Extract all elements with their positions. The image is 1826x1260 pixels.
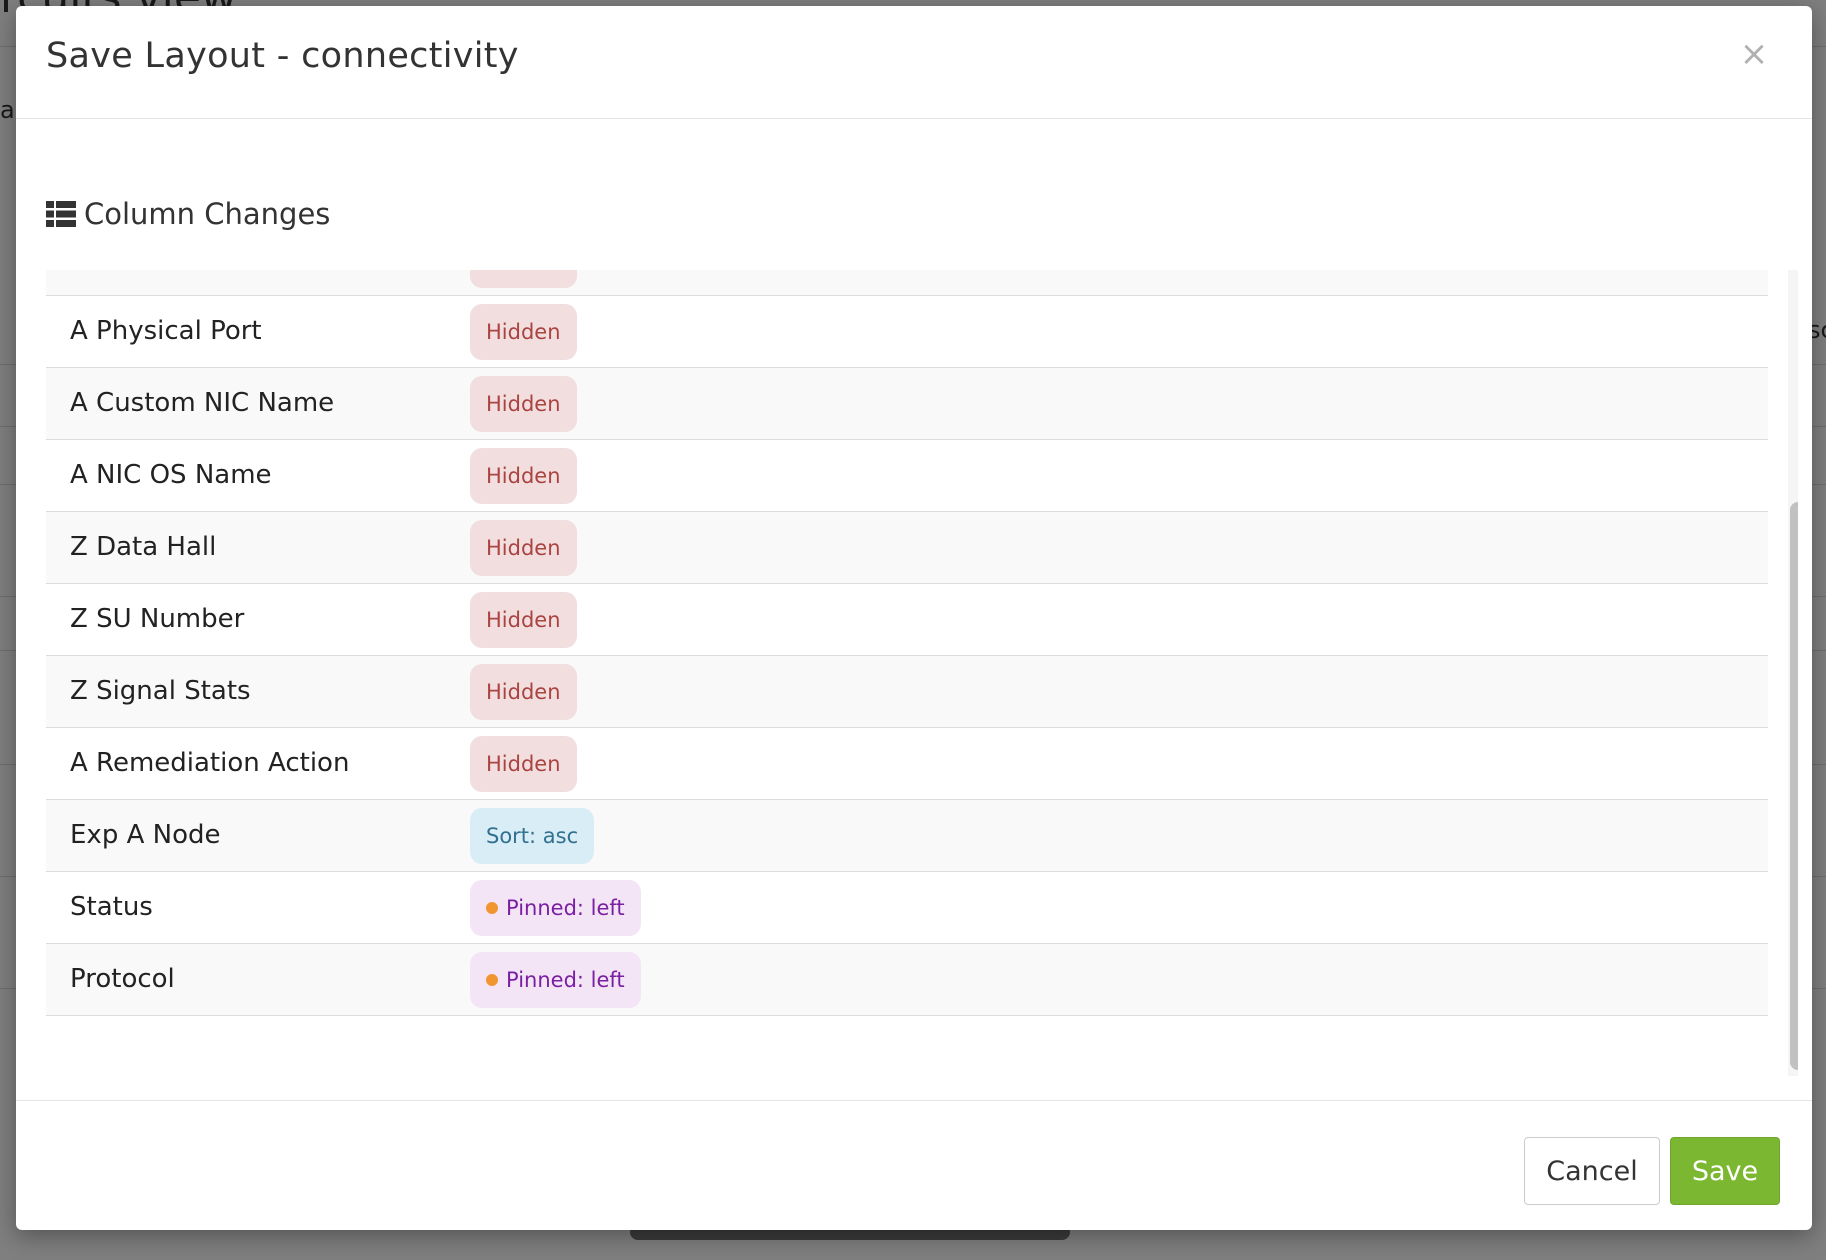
close-icon[interactable]: ×: [1736, 36, 1772, 72]
badge-label: Sort: asc: [486, 824, 579, 848]
hidden-status-badge: Hidden: [470, 270, 577, 288]
scrollbar-thumb[interactable]: [1790, 502, 1798, 1070]
column-name: Z SU Number: [70, 604, 245, 634]
table-row: Exp A Node Sort: asc: [46, 800, 1768, 872]
column-changes-heading: Column Changes: [46, 194, 330, 234]
column-changes-list[interactable]: A Out Traffic CountersHiddenA Physical P…: [46, 270, 1798, 1076]
table-row: A Remediation Action Hidden: [46, 728, 1768, 800]
save-button[interactable]: Save: [1670, 1137, 1780, 1205]
hidden-status-badge: Hidden: [470, 448, 577, 504]
column-name: Z Data Hall: [70, 532, 217, 562]
hidden-status-badge: Hidden: [470, 664, 577, 720]
badge-label: Hidden: [486, 752, 561, 776]
cancel-button[interactable]: Cancel: [1524, 1137, 1660, 1205]
column-changes-rows: A Out Traffic CountersHiddenA Physical P…: [46, 270, 1768, 1016]
badge-label: Pinned: left: [506, 896, 625, 920]
modal-title: Save Layout - connectivity: [46, 36, 519, 76]
hidden-status-badge: Hidden: [470, 520, 577, 576]
badge-label: Hidden: [486, 680, 561, 704]
table-row: Z SU Number Hidden: [46, 584, 1768, 656]
pin-dot-icon: [486, 902, 498, 914]
column-name: A NIC OS Name: [70, 460, 272, 490]
table-row: A Custom NIC Name Hidden: [46, 368, 1768, 440]
column-name: A Out Traffic Counters: [70, 270, 355, 274]
hidden-status-badge: Hidden: [470, 376, 577, 432]
badge-label: Hidden: [486, 320, 561, 344]
table-row: Status Pinned: left: [46, 872, 1768, 944]
table-row: A Physical Port Hidden: [46, 296, 1768, 368]
hidden-status-badge: Hidden: [470, 736, 577, 792]
column-name: A Remediation Action: [70, 748, 350, 778]
badge-label: Hidden: [486, 608, 561, 632]
table-row: A NIC OS Name Hidden: [46, 440, 1768, 512]
column-name: Exp A Node: [70, 820, 221, 850]
pinned-status-badge: Pinned: left: [470, 880, 641, 936]
hidden-status-badge: Hidden: [470, 592, 577, 648]
column-name: Status: [70, 892, 153, 922]
badge-label: Hidden: [486, 464, 561, 488]
column-name: A Custom NIC Name: [70, 388, 335, 418]
section-heading-label: Column Changes: [84, 197, 331, 231]
pin-dot-icon: [486, 974, 498, 986]
table-row: A Out Traffic Counters Hidden: [46, 270, 1768, 296]
modal-footer: Cancel Save: [16, 1100, 1812, 1230]
column-name: Z Signal Stats: [70, 676, 251, 706]
badge-label: Hidden: [486, 392, 561, 416]
table-row: Protocol Pinned: left: [46, 944, 1768, 1016]
badge-label: Hidden: [486, 270, 561, 272]
column-name: A Physical Port: [70, 316, 262, 346]
table-row: Z Signal Stats Hidden: [46, 656, 1768, 728]
table-list-icon: [46, 201, 76, 227]
sort-status-badge: Sort: asc: [470, 808, 595, 864]
modal-header: Save Layout - connectivity ×: [16, 6, 1812, 119]
table-row: Z Data Hall Hidden: [46, 512, 1768, 584]
pinned-status-badge: Pinned: left: [470, 952, 641, 1008]
column-name: Protocol: [70, 964, 175, 994]
badge-label: Pinned: left: [506, 968, 625, 992]
save-layout-dialog: Save Layout - connectivity × Column Chan…: [16, 6, 1812, 1230]
hidden-status-badge: Hidden: [470, 304, 577, 360]
badge-label: Hidden: [486, 536, 561, 560]
